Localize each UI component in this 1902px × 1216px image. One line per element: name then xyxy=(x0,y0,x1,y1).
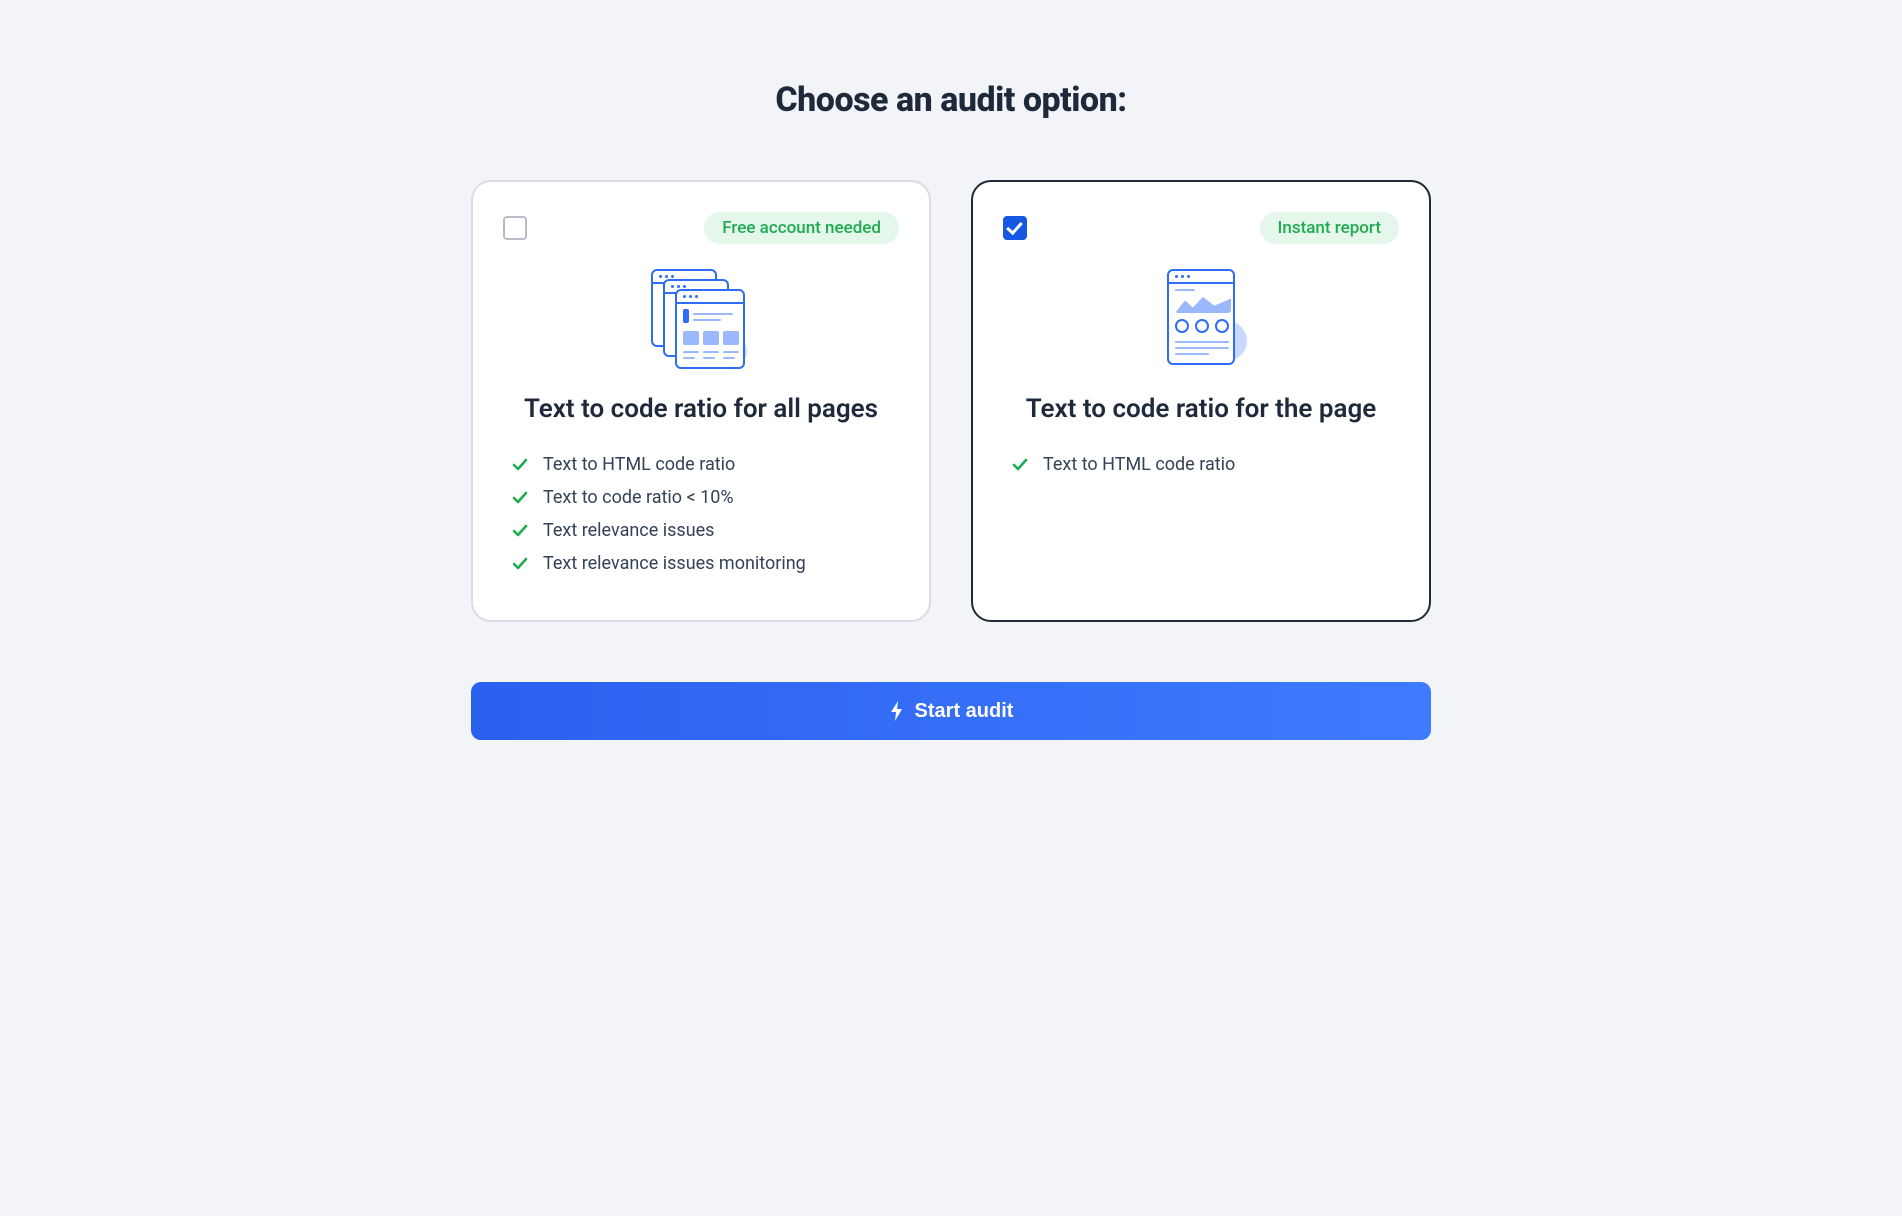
feature-item: Text to code ratio < 10% xyxy=(511,481,891,514)
feature-item: Text relevance issues monitoring xyxy=(511,547,891,580)
badge-free-account: Free account needed xyxy=(704,212,899,244)
checkbox-unchecked-icon[interactable] xyxy=(503,216,527,240)
feature-text: Text relevance issues monitoring xyxy=(543,553,806,574)
feature-item: Text to HTML code ratio xyxy=(511,448,891,481)
check-icon xyxy=(511,489,529,507)
feature-text: Text to HTML code ratio xyxy=(543,454,735,475)
pages-stack-icon xyxy=(503,264,899,374)
card-header: Free account needed xyxy=(503,212,899,244)
feature-item: Text to HTML code ratio xyxy=(1011,448,1391,481)
option-card-all-pages[interactable]: Free account needed xyxy=(471,180,931,622)
feature-text: Text relevance issues xyxy=(543,520,714,541)
feature-text: Text to HTML code ratio xyxy=(1043,454,1235,475)
check-icon xyxy=(1011,456,1029,474)
check-icon xyxy=(511,456,529,474)
cta-label: Start audit xyxy=(915,700,1014,723)
start-audit-button[interactable]: Start audit xyxy=(471,682,1431,740)
feature-text: Text to code ratio < 10% xyxy=(543,487,734,508)
audit-options: Free account needed xyxy=(471,180,1431,622)
check-icon xyxy=(511,555,529,573)
card-header: Instant report xyxy=(1003,212,1399,244)
option-card-single-page[interactable]: Instant report xyxy=(971,180,1431,622)
option-heading: Text to code ratio for the page xyxy=(1003,394,1399,424)
checkbox-checked-icon[interactable] xyxy=(1003,216,1027,240)
page-title: Choose an audit option: xyxy=(471,80,1431,120)
single-page-report-icon xyxy=(1003,264,1399,374)
feature-list: Text to HTML code ratio xyxy=(1003,448,1399,481)
badge-instant-report: Instant report xyxy=(1260,212,1399,244)
feature-list: Text to HTML code ratio Text to code rat… xyxy=(503,448,899,580)
bolt-icon xyxy=(889,701,905,721)
option-heading: Text to code ratio for all pages xyxy=(503,394,899,424)
feature-item: Text relevance issues xyxy=(511,514,891,547)
check-icon xyxy=(511,522,529,540)
